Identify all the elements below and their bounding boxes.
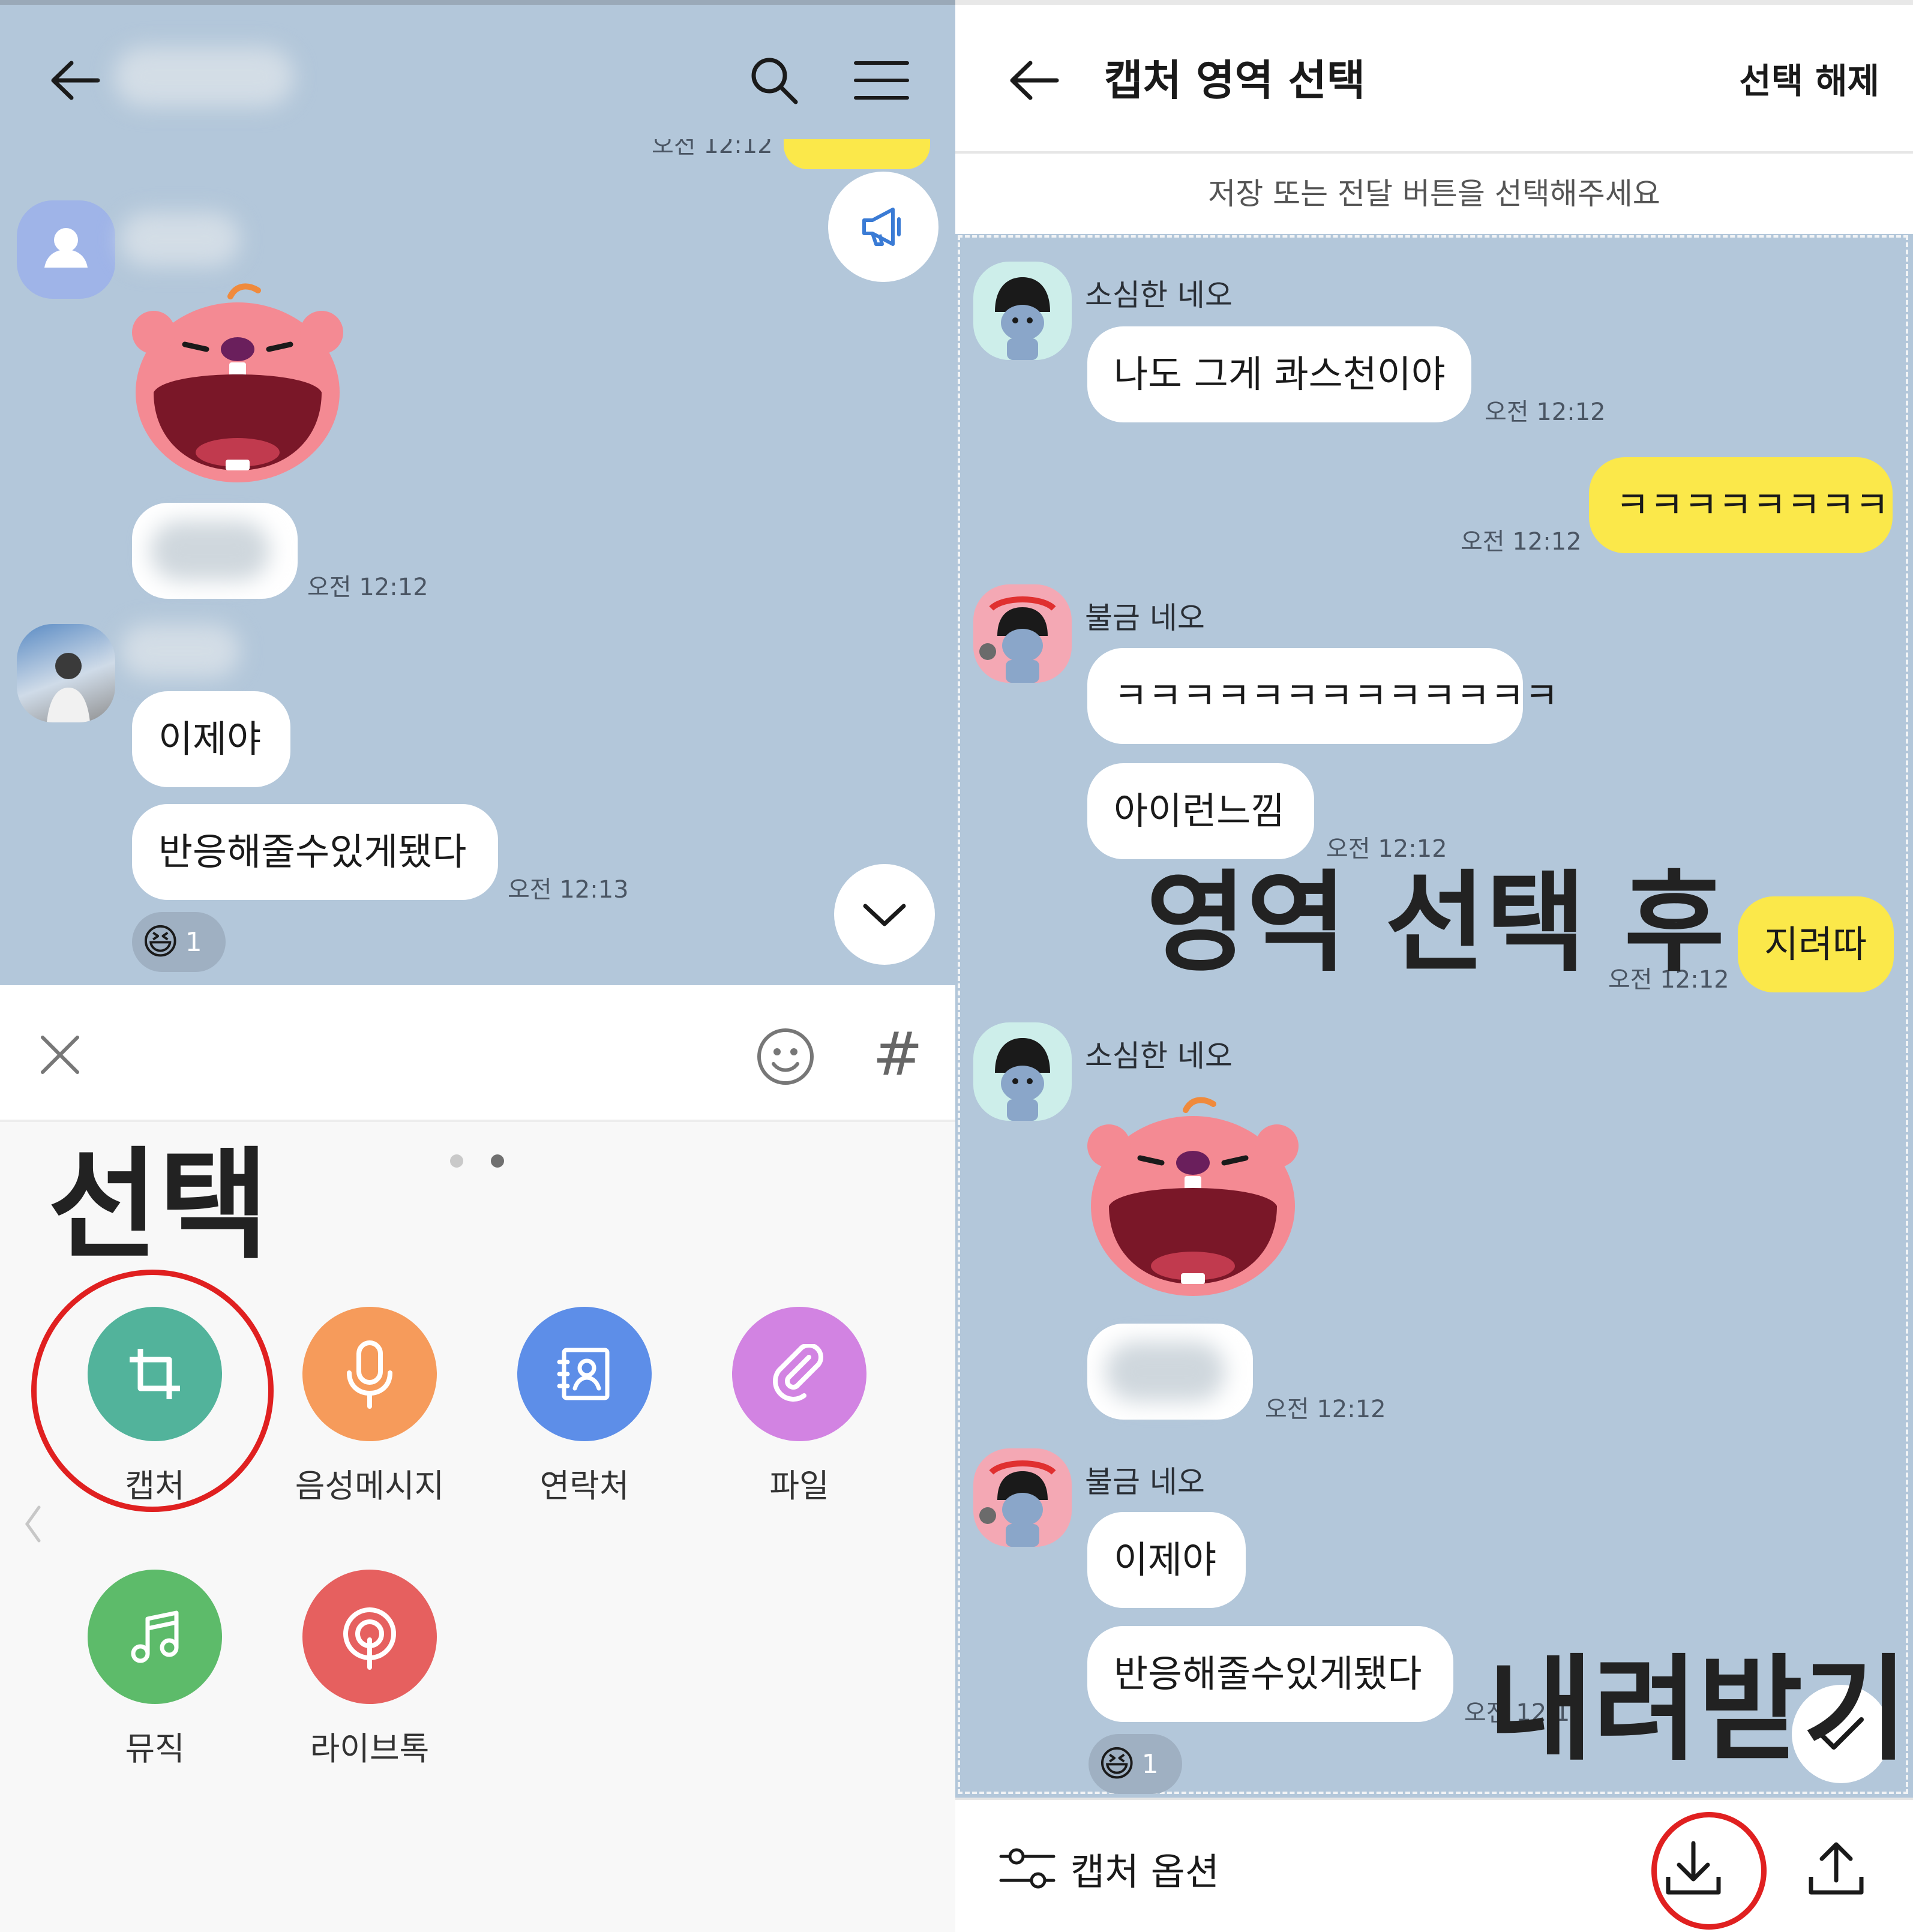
sender-name: 소심한 네오 xyxy=(1085,1039,1233,1073)
megaphone-icon xyxy=(862,208,901,246)
voice-message-action-button[interactable] xyxy=(302,1307,437,1441)
sender-name: 불금 네오 xyxy=(1085,1465,1205,1499)
paperclip-icon xyxy=(773,1344,823,1402)
my-message-bubble[interactable]: ㅋㅋㅋㅋㅋㅋㅋㅋ xyxy=(1589,457,1893,553)
message-time: 오전 12:13 xyxy=(508,876,629,904)
message-time: 오전 12:12 xyxy=(1265,1396,1386,1423)
menu-button[interactable] xyxy=(848,50,914,110)
message-bubble[interactable]: 나도 그게 콰스천이야 xyxy=(1087,326,1471,422)
partial-my-bubble xyxy=(784,139,930,169)
capture-selection-panel: 캡처 영역 선택 선택 해제 저장 또는 전달 버튼을 선택해주세요 소심한 네… xyxy=(955,0,1913,1932)
close-button[interactable] xyxy=(31,1026,89,1084)
message-bubble[interactable]: 반응해줄수있게됐다 xyxy=(1087,1626,1453,1722)
friday-neo-avatar[interactable] xyxy=(973,584,1072,683)
capture-options-label: 캡처 옵션 xyxy=(1071,1850,1219,1894)
message-bubble[interactable]: 아이런느낌 xyxy=(1087,763,1314,859)
message-bubble[interactable]: 이제야 xyxy=(1087,1512,1246,1608)
blurred-sender-name xyxy=(120,212,240,266)
chevron-down-icon xyxy=(863,904,906,926)
download-overlay-label: 내려받기 xyxy=(1488,1643,1908,1776)
page-dot-active[interactable] xyxy=(491,1154,504,1168)
highlight-circle xyxy=(31,1270,274,1512)
chevron-left-icon xyxy=(25,1505,41,1543)
default-avatar[interactable] xyxy=(17,200,115,299)
broadcast-icon xyxy=(343,1607,396,1670)
partial-time: 오전 12:12 xyxy=(652,139,773,159)
photo-avatar[interactable] xyxy=(17,624,115,722)
select-overlay-label: 선택 xyxy=(48,1136,269,1276)
crying-beaver-sticker-icon xyxy=(1087,1097,1299,1296)
contact-action-label: 연락처 xyxy=(539,1467,629,1505)
neo-avatar[interactable] xyxy=(973,1022,1072,1121)
search-button[interactable] xyxy=(744,50,804,110)
file-action-label: 파일 xyxy=(769,1467,829,1505)
message-bubble[interactable]: 반응해줄수있게됐다 xyxy=(132,804,498,900)
laughing-emoji-icon: 😆 xyxy=(142,921,179,963)
back-button[interactable] xyxy=(42,50,108,110)
voice-message-action-label: 음성메시지 xyxy=(295,1467,445,1505)
friday-neo-character-icon xyxy=(979,596,1056,683)
message-time: 오전 12:12 xyxy=(1461,528,1582,556)
message-time: 오전 12:12 xyxy=(1485,398,1606,426)
file-action-button[interactable] xyxy=(732,1307,866,1441)
sliders-icon xyxy=(999,1848,1056,1889)
share-button[interactable] xyxy=(1799,1831,1873,1906)
highlight-circle xyxy=(1651,1812,1767,1930)
smiley-icon xyxy=(757,1028,814,1085)
live-talk-action-button[interactable] xyxy=(302,1570,437,1704)
contact-book-icon xyxy=(557,1348,610,1400)
back-arrow-icon xyxy=(51,61,100,100)
back-arrow-icon xyxy=(1010,61,1059,100)
microphone-icon xyxy=(347,1340,392,1409)
neo-avatar[interactable] xyxy=(973,262,1072,360)
neo-character-icon xyxy=(995,1038,1050,1121)
my-message-bubble[interactable]: 지려따 xyxy=(1738,896,1894,992)
prev-page-button[interactable] xyxy=(14,1500,50,1548)
blurred-message-bubble[interactable] xyxy=(1087,1324,1253,1420)
scroll-down-button[interactable] xyxy=(834,864,935,965)
person-photo-icon xyxy=(47,653,90,722)
emoticon-button[interactable] xyxy=(752,1024,818,1090)
reaction-chip[interactable]: 😆 1 xyxy=(132,912,226,972)
neo-character-icon xyxy=(995,277,1050,360)
hamburger-menu-icon xyxy=(854,61,909,100)
blurred-chat-title xyxy=(114,47,294,107)
after-selection-overlay-label: 영역 선택 후 xyxy=(1146,859,1725,986)
message-bubble[interactable]: ㅋㅋㅋㅋㅋㅋㅋㅋㅋㅋㅋㅋㅋ xyxy=(1087,648,1559,744)
sender-name: 불금 네오 xyxy=(1085,601,1205,635)
close-icon xyxy=(41,1036,79,1074)
search-icon xyxy=(751,58,798,104)
reaction-chip[interactable]: 😆 1 xyxy=(1089,1734,1182,1794)
page-title: 캡처 영역 선택 xyxy=(1104,56,1366,105)
left-chat-panel: 오전 12:12 오전 12:12 이제야 반응해줄수있게됐다 오전 12:13 xyxy=(0,0,955,1932)
music-note-icon xyxy=(131,1610,179,1663)
laughing-emoji-icon: 😆 xyxy=(1098,1743,1136,1785)
hint-text: 저장 또는 전달 버튼을 선택해주세요 xyxy=(955,154,1913,234)
notice-button[interactable] xyxy=(828,172,938,282)
friday-neo-avatar[interactable] xyxy=(973,1448,1072,1547)
blurred-message-bubble[interactable] xyxy=(132,503,298,599)
beaver-sticker xyxy=(1085,1086,1301,1302)
sender-name: 소심한 네오 xyxy=(1085,278,1233,313)
friday-neo-character-icon xyxy=(979,1460,1056,1547)
contact-action-button[interactable] xyxy=(517,1307,652,1441)
music-action-button[interactable] xyxy=(88,1570,222,1704)
blurred-sender-name xyxy=(120,624,240,678)
beaver-sticker xyxy=(130,272,346,488)
share-upload-icon xyxy=(1809,1842,1864,1895)
hashtag-button[interactable]: # xyxy=(868,1015,928,1093)
message-bubble[interactable]: 이제야 xyxy=(132,691,290,787)
person-icon xyxy=(44,228,88,268)
back-button[interactable] xyxy=(1001,50,1067,110)
live-talk-action-label: 라이브톡 xyxy=(310,1730,430,1768)
capture-options-button[interactable]: 캡처 옵션 xyxy=(999,1840,1219,1897)
crying-beaver-sticker-icon xyxy=(132,283,343,482)
page-dot[interactable] xyxy=(450,1154,463,1168)
reaction-count: 1 xyxy=(185,926,202,958)
message-time: 오전 12:12 xyxy=(307,574,428,601)
deselect-button[interactable]: 선택 해제 xyxy=(1721,54,1879,108)
music-action-label: 뮤직 xyxy=(125,1730,185,1768)
reaction-count: 1 xyxy=(1141,1748,1159,1780)
